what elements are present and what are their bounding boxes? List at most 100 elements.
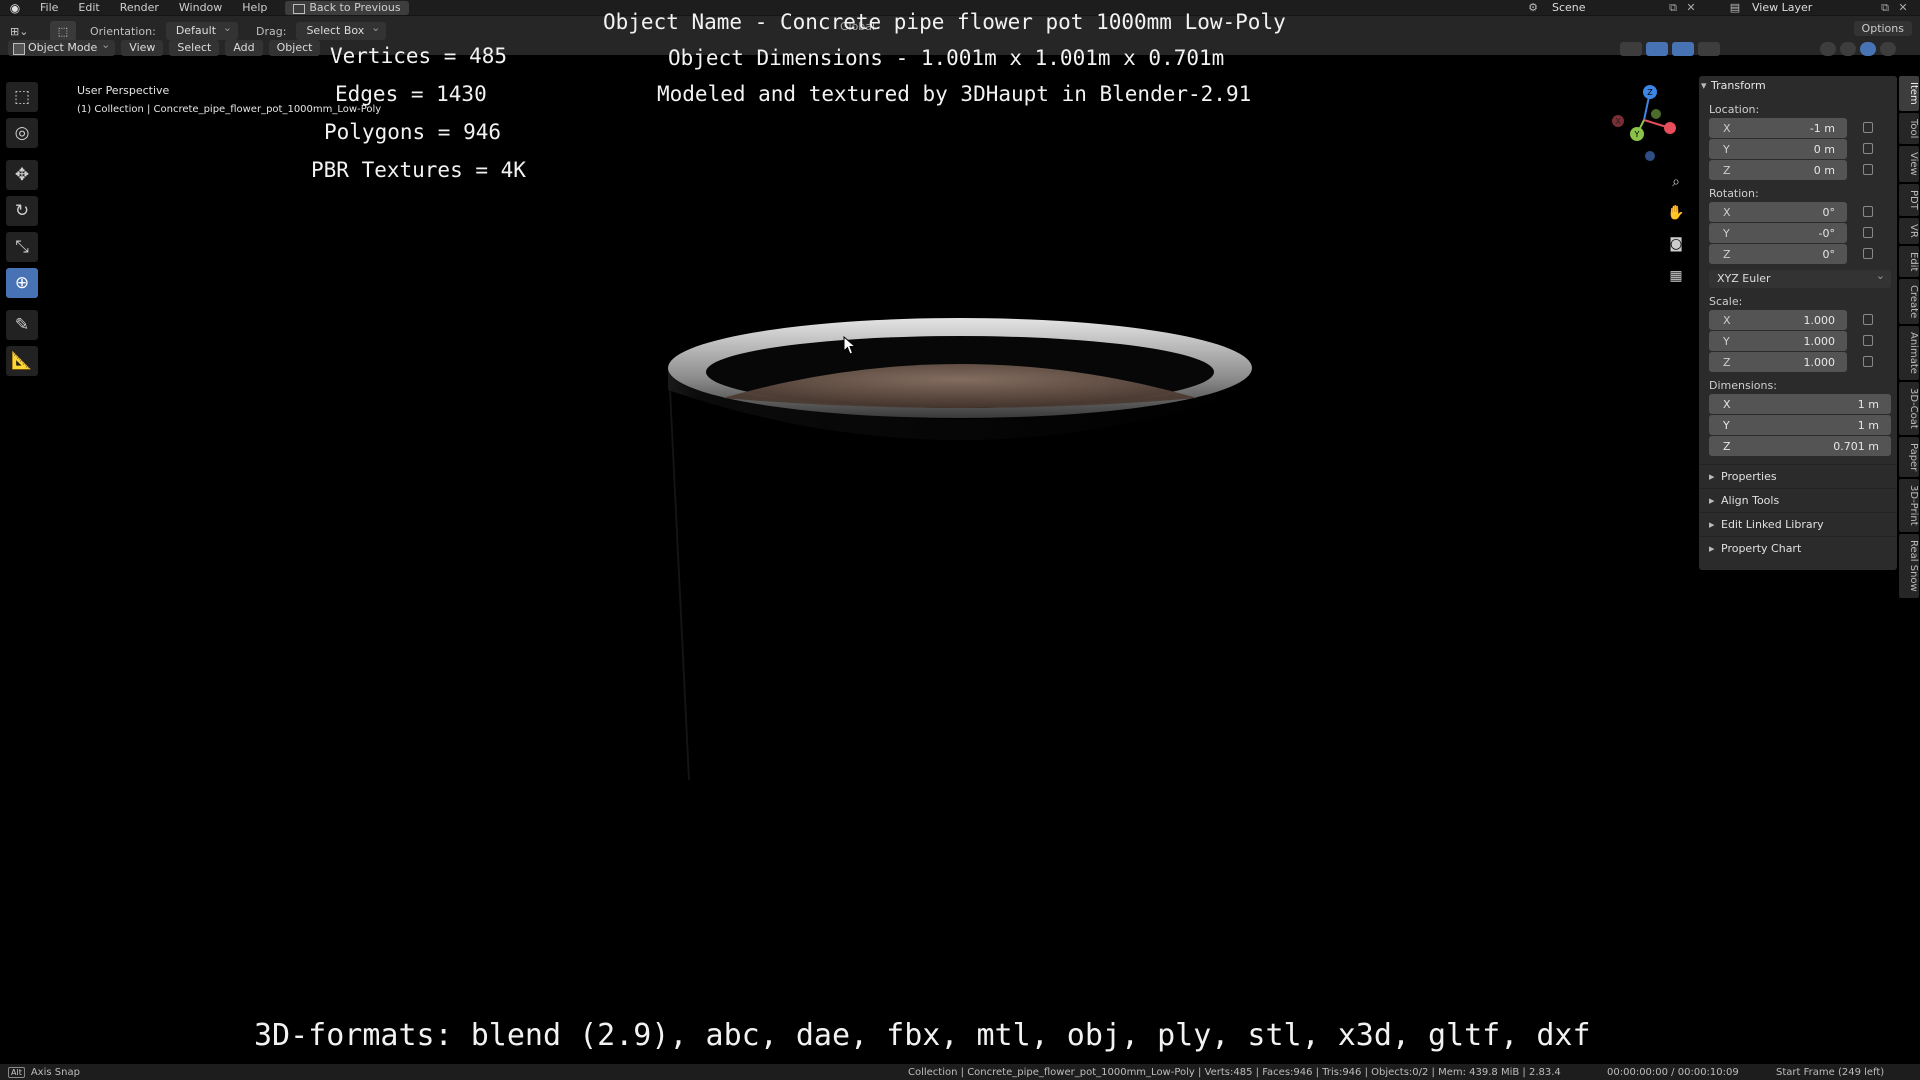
axis-snap-hint: Axis Snap xyxy=(30,1066,80,1078)
active-tool-icon[interactable]: ⬚ xyxy=(50,21,76,41)
orientation-dropdown[interactable]: Default xyxy=(165,19,239,40)
rotate-tool-icon[interactable]: ↻ xyxy=(6,196,38,226)
annotate-tool-icon[interactable]: ✎ xyxy=(6,310,38,340)
edges-caption: Edges = 1430 xyxy=(335,82,487,106)
material-preview-shading-icon[interactable] xyxy=(1860,42,1876,56)
zoom-icon[interactable]: ⌕ xyxy=(1664,170,1688,194)
scene-name-field[interactable]: Scene xyxy=(1544,1,1664,14)
rotation-y-field[interactable]: Y -0° xyxy=(1709,223,1873,243)
object-name-caption: Object Name - Concrete pipe flower pot 1… xyxy=(603,10,1286,34)
gizmo-neg-z-axis[interactable] xyxy=(1645,151,1655,161)
dimension-y-field[interactable]: Y 1 m xyxy=(1709,415,1891,435)
xray-toggle-icon[interactable] xyxy=(1698,42,1720,56)
move-tool-icon[interactable]: ✥ xyxy=(6,160,38,190)
select-box-tool-icon[interactable]: ⬚ xyxy=(6,82,38,112)
gizmo-neg-y-axis[interactable] xyxy=(1651,109,1661,119)
menu-window[interactable]: Window xyxy=(169,1,232,14)
scene-icon[interactable]: ⚙ xyxy=(1522,1,1544,14)
tab-animate[interactable]: Animate xyxy=(1899,326,1919,381)
rotation-mode-dropdown[interactable]: XYZ Euler xyxy=(1709,267,1891,288)
navigation-gizmo[interactable]: Z Y X xyxy=(1604,82,1684,162)
dimension-x-field[interactable]: X 1 m xyxy=(1709,394,1891,414)
lock-icon[interactable] xyxy=(1863,356,1873,367)
scale-x-field[interactable]: X 1.000 xyxy=(1709,310,1873,330)
cursor-tool-icon[interactable]: ◎ xyxy=(6,118,38,148)
transform-panel-header[interactable]: Transform xyxy=(1699,76,1897,96)
menu-help[interactable]: Help xyxy=(232,1,277,14)
shading-mode-buttons xyxy=(1820,42,1896,56)
drag-dropdown[interactable]: Select Box xyxy=(296,19,387,40)
location-y-field[interactable]: Y 0 m xyxy=(1709,139,1873,159)
property-chart-panel-header[interactable]: Property Chart xyxy=(1699,536,1897,561)
flower-pot-model[interactable] xyxy=(660,310,1260,790)
options-button[interactable]: Options xyxy=(1853,21,1912,36)
ortho-grid-icon[interactable]: ▦ xyxy=(1664,264,1688,288)
tab-real-snow[interactable]: Real Snow xyxy=(1899,533,1919,598)
camera-view-icon[interactable]: ◙ xyxy=(1664,232,1688,256)
selectability-icon[interactable] xyxy=(1620,42,1642,56)
tab-tool[interactable]: Tool xyxy=(1899,112,1919,145)
tab-edit[interactable]: Edit xyxy=(1899,245,1919,277)
overlay-toggle-icon[interactable] xyxy=(1672,42,1694,56)
blender-logo-icon[interactable]: ◉ xyxy=(0,1,30,15)
wireframe-shading-icon[interactable] xyxy=(1820,42,1836,56)
delete-view-layer-icon[interactable]: ✕ xyxy=(1894,1,1912,14)
field-value: 0° xyxy=(1822,205,1836,219)
tab-create[interactable]: Create xyxy=(1899,278,1919,325)
pan-hand-icon[interactable]: ✋ xyxy=(1664,201,1688,225)
editor-type-icon[interactable]: ⊞⌄ xyxy=(0,25,44,38)
select-menu[interactable]: Select xyxy=(169,40,220,56)
properties-panel-header[interactable]: Properties xyxy=(1699,464,1897,489)
scale-tool-icon[interactable]: ⤡ xyxy=(6,232,38,262)
delete-scene-icon[interactable]: ✕ xyxy=(1682,1,1700,14)
gizmo-x-axis[interactable] xyxy=(1664,122,1676,134)
align-tools-panel-header[interactable]: Align Tools xyxy=(1699,488,1897,513)
scale-z-field[interactable]: Z 1.000 xyxy=(1709,352,1873,372)
object-menu[interactable]: Object xyxy=(268,40,321,56)
view-layer-icon[interactable]: ▤ xyxy=(1724,1,1746,14)
tab-paper[interactable]: Paper xyxy=(1899,436,1919,478)
axis-label: X xyxy=(1723,121,1731,135)
orientation-label: Orientation: xyxy=(90,24,156,38)
status-bar: Alt Axis Snap Collection | Concrete_pipe… xyxy=(0,1064,1920,1080)
object-mode-dropdown[interactable]: Object Mode xyxy=(8,37,116,56)
view-menu[interactable]: View xyxy=(121,40,164,56)
tab-3d-print[interactable]: 3D-Print xyxy=(1899,479,1919,532)
new-scene-icon[interactable]: ⧉ xyxy=(1664,1,1682,15)
menu-edit[interactable]: Edit xyxy=(68,1,109,14)
lock-icon[interactable] xyxy=(1863,206,1873,217)
tab-item[interactable]: Item xyxy=(1899,76,1919,111)
polygons-caption: Polygons = 946 xyxy=(324,120,502,144)
dimension-z-field[interactable]: Z 0.701 m xyxy=(1709,436,1891,456)
rotation-z-field[interactable]: Z 0° xyxy=(1709,244,1873,264)
new-view-layer-icon[interactable]: ⧉ xyxy=(1876,1,1894,15)
lock-icon[interactable] xyxy=(1863,122,1873,133)
menu-render[interactable]: Render xyxy=(110,1,169,14)
solid-shading-icon[interactable] xyxy=(1840,42,1856,56)
location-z-field[interactable]: Z 0 m xyxy=(1709,160,1873,180)
field-value: -1 m xyxy=(1809,121,1835,135)
tab-view[interactable]: View xyxy=(1899,146,1919,182)
gizmo-toggle-icon[interactable] xyxy=(1646,42,1668,56)
add-menu[interactable]: Add xyxy=(225,40,263,56)
transform-tool-icon[interactable]: ⊕ xyxy=(6,268,38,298)
tab-pdt[interactable]: PDT xyxy=(1899,183,1919,216)
lock-icon[interactable] xyxy=(1863,335,1873,346)
measure-tool-icon[interactable]: 📐 xyxy=(6,346,38,376)
rotation-x-field[interactable]: X 0° xyxy=(1709,202,1873,222)
lock-icon[interactable] xyxy=(1863,164,1873,175)
lock-icon[interactable] xyxy=(1863,227,1873,238)
tab-3d-coat[interactable]: 3D-Coat xyxy=(1899,382,1919,435)
edit-linked-library-panel-header[interactable]: Edit Linked Library xyxy=(1699,512,1897,537)
lock-icon[interactable] xyxy=(1863,248,1873,259)
credit-caption: Modeled and textured by 3DHaupt in Blend… xyxy=(657,82,1252,106)
scale-y-field[interactable]: Y 1.000 xyxy=(1709,331,1873,351)
lock-icon[interactable] xyxy=(1863,314,1873,325)
view-layer-name-field[interactable]: View Layer xyxy=(1746,1,1876,14)
tab-vr[interactable]: VR xyxy=(1899,217,1919,244)
rendered-shading-icon[interactable] xyxy=(1880,42,1896,56)
menu-file[interactable]: File xyxy=(30,1,68,14)
lock-icon[interactable] xyxy=(1863,143,1873,154)
back-to-previous-button[interactable]: Back to Previous xyxy=(285,0,409,15)
location-x-field[interactable]: X -1 m xyxy=(1709,118,1873,138)
